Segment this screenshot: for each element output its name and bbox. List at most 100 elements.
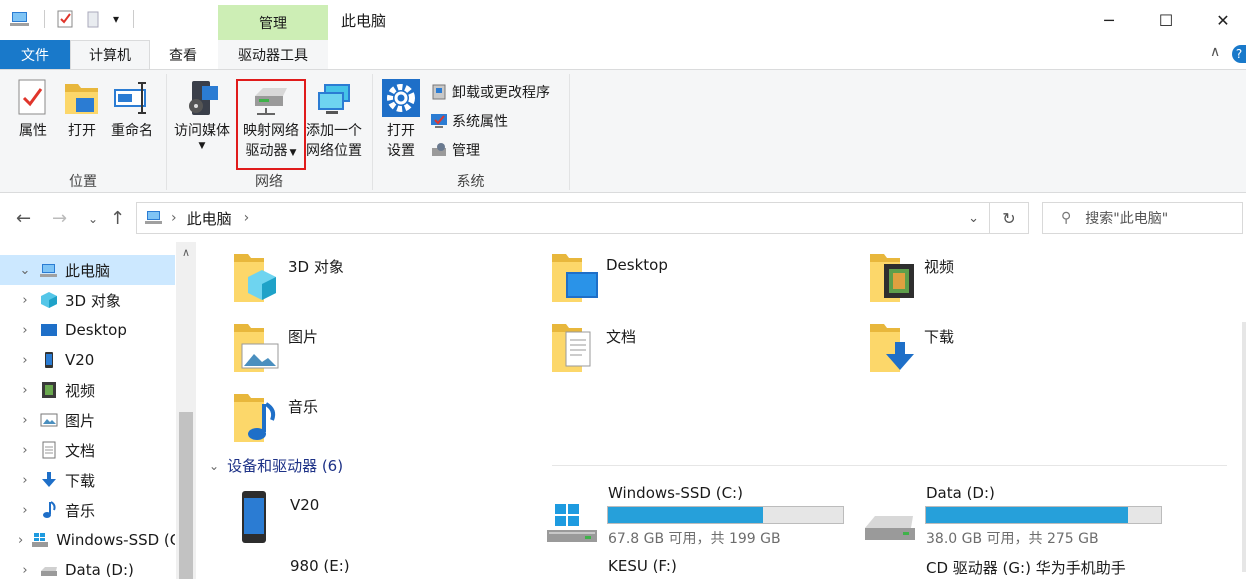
manage-context-header: 管理 — [218, 5, 328, 40]
address-bar[interactable]: › 此电脑 › ⌄ — [136, 202, 990, 234]
refresh-button[interactable]: ↻ — [990, 202, 1029, 234]
nav-item-documents[interactable]: › 文档 — [0, 435, 175, 465]
chevron-right-icon[interactable]: › — [18, 413, 32, 428]
system-properties-button[interactable]: 系统属性 — [430, 111, 508, 131]
chevron-right-icon[interactable]: › — [18, 293, 32, 308]
folder-downloads[interactable]: 下载 — [868, 318, 954, 374]
chevron-right-icon[interactable]: › — [18, 563, 32, 578]
breadcrumb-separator[interactable]: › — [171, 210, 177, 226]
device-name: V20 — [290, 496, 320, 514]
add-location-label-line2: 网络位置 — [306, 143, 362, 159]
search-box[interactable]: ⚲ 搜索"此电脑" — [1042, 202, 1243, 234]
maximize-button[interactable]: ☐ — [1143, 6, 1189, 34]
open-settings-button[interactable]: 打开 设置 — [380, 78, 422, 161]
folder-videos[interactable]: 视频 — [868, 248, 954, 304]
drive-free-space: 38.0 GB 可用，共 275 GB — [926, 531, 1099, 547]
device-v20[interactable]: V20 — [237, 488, 537, 548]
desktop-folder-icon — [550, 248, 602, 304]
tab-drive-tools[interactable]: 驱动器工具 — [218, 40, 328, 69]
drive-icon — [863, 510, 917, 548]
properties-quick-icon[interactable] — [57, 10, 73, 28]
manage-label: 管理 — [452, 143, 480, 159]
nav-item-videos[interactable]: › 视频 — [0, 375, 175, 405]
forward-button[interactable]: → — [52, 208, 67, 229]
documents-folder-icon — [550, 318, 602, 374]
windows-drive-icon — [31, 531, 49, 549]
nav-item-3d-objects[interactable]: › 3D 对象 — [0, 285, 175, 315]
folder-documents[interactable]: 文档 — [550, 318, 636, 374]
device-e-drive[interactable]: 980 (E:) — [237, 554, 537, 579]
breadcrumb-separator[interactable]: › — [244, 210, 250, 226]
open-settings-label-line1: 打开 — [387, 123, 415, 139]
nav-item-music[interactable]: › 音乐 — [0, 495, 175, 525]
tab-view[interactable]: 查看 — [150, 40, 216, 69]
chevron-right-icon[interactable]: › — [18, 383, 32, 398]
cd-drive-icon — [885, 574, 915, 579]
chevron-right-icon[interactable]: › — [18, 533, 23, 548]
nav-item-d-drive[interactable]: › Data (D:) — [0, 555, 175, 579]
address-dropdown-icon[interactable]: ⌄ — [968, 211, 979, 226]
nav-label: 文档 — [65, 441, 96, 460]
uninstall-button[interactable]: 卸载或更改程序 — [430, 82, 550, 102]
nav-item-c-drive[interactable]: › Windows-SSD (C:) — [0, 525, 175, 555]
chevron-down-icon[interactable]: ⌄ — [209, 459, 219, 473]
help-icon[interactable]: ? — [1232, 45, 1246, 63]
chevron-right-icon[interactable]: › — [18, 353, 32, 368]
qat-dropdown-icon[interactable]: ▾ — [113, 12, 119, 26]
chevron-right-icon[interactable]: › — [18, 473, 32, 488]
properties-button[interactable]: 属性 — [14, 78, 52, 141]
tab-computer[interactable]: 计算机 — [70, 40, 150, 69]
folder-pictures[interactable]: 图片 — [232, 318, 318, 374]
expanded-chevron-icon[interactable]: ⌄ — [18, 263, 32, 278]
recent-locations-icon[interactable]: ⌄ — [88, 212, 98, 226]
scroll-up-icon[interactable]: ∧ — [176, 246, 196, 259]
devices-group-header[interactable]: ⌄ 设备和驱动器 (6) — [209, 455, 343, 476]
desktop-icon — [40, 321, 58, 339]
system-group-label: 系统 — [456, 174, 485, 190]
up-button[interactable]: ↑ — [110, 208, 125, 229]
title-bar: ▾ 管理 此电脑 ─ ☐ ✕ — [0, 0, 1246, 40]
chevron-right-icon[interactable]: › — [18, 443, 32, 458]
device-c-drive[interactable]: Windows-SSD (C:) 67.8 GB 可用，共 199 GB — [543, 484, 844, 554]
nav-item-pictures[interactable]: › 图片 — [0, 405, 175, 435]
chevron-right-icon[interactable]: › — [18, 323, 32, 338]
drive-usage-bar — [607, 506, 844, 524]
nav-item-downloads[interactable]: › 下载 — [0, 465, 175, 495]
nav-item-this-pc[interactable]: ⌄ 此电脑 — [0, 255, 175, 285]
scrollbar-thumb[interactable] — [179, 412, 193, 579]
drive-free-space: 67.8 GB 可用，共 199 GB — [608, 531, 781, 547]
open-label: 打开 — [68, 123, 96, 139]
ribbon-separator — [569, 74, 570, 190]
open-button[interactable]: 打开 — [62, 78, 102, 141]
tab-file[interactable]: 文件 — [0, 40, 70, 69]
3d-objects-icon — [40, 291, 58, 309]
folder-3d-objects[interactable]: 3D 对象 — [232, 248, 344, 304]
nav-item-desktop[interactable]: › Desktop — [0, 315, 175, 345]
rename-button[interactable]: 重命名 — [108, 78, 156, 141]
minimize-button[interactable]: ─ — [1086, 6, 1132, 34]
content-scrollbar[interactable] — [1242, 322, 1246, 572]
content-pane: 3D 对象 Desktop 视频 图片 文档 下载 音乐 ⌄ 设备和驱动器 (6… — [197, 242, 1246, 579]
device-d-drive[interactable]: Data (D:) 38.0 GB 可用，共 275 GB — [861, 484, 1181, 554]
back-button[interactable]: ← — [16, 208, 31, 229]
access-media-label: 访问媒体 — [174, 123, 230, 139]
nav-scrollbar[interactable]: ∧ — [176, 242, 196, 579]
close-button[interactable]: ✕ — [1200, 6, 1246, 34]
add-network-location-button[interactable]: 添加一个 网络位置 — [303, 78, 365, 161]
nav-item-v20[interactable]: › V20 — [0, 345, 175, 375]
manage-button[interactable]: 管理 — [430, 140, 480, 160]
device-g-drive[interactable]: CD 驱动器 (G:) 华为手机助手 — [861, 554, 1221, 579]
new-folder-quick-icon[interactable] — [87, 10, 101, 28]
access-media-button[interactable]: 访问媒体 ▼ — [171, 78, 233, 151]
folder-name: 音乐 — [288, 398, 319, 416]
folder-desktop[interactable]: Desktop — [550, 248, 668, 304]
folder-music[interactable]: 音乐 — [232, 388, 318, 444]
breadcrumb-this-pc[interactable]: 此电脑 — [187, 208, 232, 229]
device-f-drive[interactable]: KESU (F:) — [543, 554, 843, 579]
chevron-right-icon[interactable]: › — [18, 503, 32, 518]
folder-name: 下载 — [924, 328, 955, 346]
3d-objects-folder-icon — [232, 248, 284, 304]
group-divider — [552, 465, 1227, 466]
location-group-label: 位置 — [69, 174, 97, 190]
collapse-ribbon-icon[interactable]: ∧ — [1210, 44, 1220, 60]
